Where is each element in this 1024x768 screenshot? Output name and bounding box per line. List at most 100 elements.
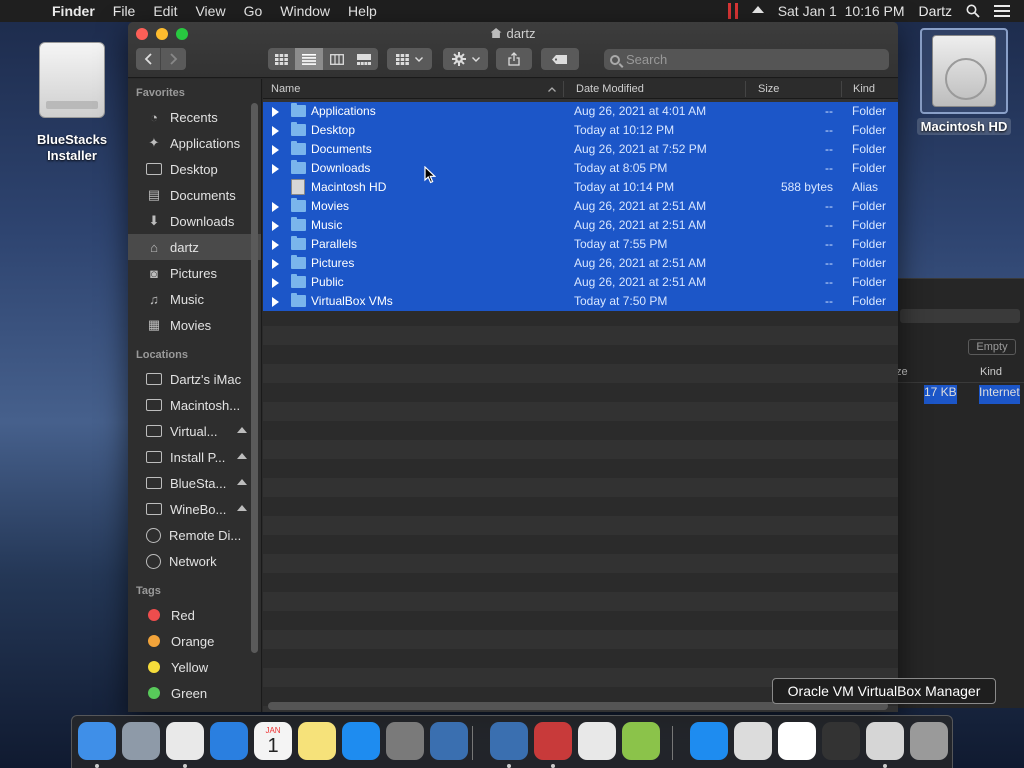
eject-icon[interactable] (237, 479, 247, 485)
sidebar-location-0[interactable]: Dartz's iMac (128, 366, 261, 392)
disclosure-triangle-icon[interactable] (272, 259, 279, 269)
table-row[interactable]: Documents Aug 26, 2021 at 7:52 PM -- Folder (263, 140, 898, 159)
sidebar-location-1[interactable]: Macintosh... (128, 392, 261, 418)
desktop-icon-bluestacks[interactable]: BlueStacks Installer (28, 42, 116, 164)
disclosure-triangle-icon[interactable] (272, 240, 279, 250)
table-row[interactable]: Music Aug 26, 2021 at 2:51 AM -- Folder (263, 216, 898, 235)
launchpad-icon[interactable] (122, 722, 160, 760)
sidebar-item-pictures[interactable]: ◙ Pictures (128, 260, 261, 286)
table-row[interactable]: Pictures Aug 26, 2021 at 2:51 AM -- Folder (263, 254, 898, 273)
disclosure-triangle-icon[interactable] (272, 126, 279, 136)
empty-button[interactable]: Empty (968, 339, 1016, 355)
disclosure-triangle-icon[interactable] (272, 221, 279, 231)
column-date[interactable]: Date Modified (576, 83, 644, 95)
sidebar-tag-orange[interactable]: Orange (128, 628, 261, 654)
table-row[interactable]: Macintosh HD Today at 10:14 PM 588 bytes Al… (263, 178, 898, 197)
sidebar-tag-green[interactable]: Green (128, 680, 261, 706)
table-row[interactable]: Parallels Today at 7:55 PM -- Folder (263, 235, 898, 254)
table-row[interactable]: Desktop Today at 10:12 PM -- Folder (263, 121, 898, 140)
sidebar-item-music[interactable]: ♫ Music (128, 286, 261, 312)
sidebar-scrollbar[interactable] (251, 103, 258, 653)
eject-menu-icon[interactable] (751, 5, 764, 13)
menu-edit[interactable]: Edit (153, 3, 177, 19)
disclosure-triangle-icon[interactable] (272, 202, 279, 212)
safari-icon[interactable] (210, 722, 248, 760)
sidebar-item-movies[interactable]: ▦ Movies (128, 312, 261, 338)
document-icon[interactable] (734, 722, 772, 760)
terminal-icon[interactable] (822, 722, 860, 760)
notes-icon[interactable] (298, 722, 336, 760)
share-button[interactable] (496, 48, 532, 70)
finder-icon[interactable] (78, 722, 116, 760)
group-by-button[interactable] (387, 48, 432, 70)
sidebar-tag-yellow[interactable]: Yellow (128, 654, 261, 680)
calendar-icon[interactable]: JAN 1 (254, 722, 292, 760)
sidebar-tag-red[interactable]: Red (128, 602, 261, 628)
sidebar-location-2[interactable]: Virtual... (128, 418, 261, 444)
table-row[interactable]: Applications Aug 26, 2021 at 4:01 AM -- Fol… (263, 102, 898, 121)
file-list[interactable]: Name Date Modified Size Kind Application… (263, 79, 898, 712)
eject-icon[interactable] (237, 453, 247, 459)
table-row[interactable]: Public Aug 26, 2021 at 2:51 AM -- Folder (263, 273, 898, 292)
forward-button[interactable] (161, 48, 186, 70)
disclosure-triangle-icon[interactable] (272, 278, 279, 288)
sidebar-location-3[interactable]: Install P... (128, 444, 261, 470)
table-row[interactable]: Downloads Today at 8:05 PM -- Folder (263, 159, 898, 178)
sidebar-item-documents[interactable]: ▤ Documents (128, 182, 261, 208)
trash-icon[interactable] (910, 722, 948, 760)
chrome-icon[interactable] (166, 722, 204, 760)
disclosure-triangle-icon[interactable] (272, 297, 279, 307)
parallels-status-icon[interactable] (727, 3, 738, 19)
screenshot-icon[interactable] (866, 722, 904, 760)
spotlight-icon[interactable] (966, 4, 980, 18)
app-store-icon[interactable] (342, 722, 380, 760)
menu-go[interactable]: Go (244, 3, 263, 19)
action-button[interactable] (443, 48, 488, 70)
back-button[interactable] (136, 48, 161, 70)
background-window[interactable]: Empty ze Kind 17 KB Internet (880, 278, 1024, 708)
column-name[interactable]: Name (271, 83, 300, 95)
desktop-icon-macintosh-hd[interactable]: Macintosh HD (916, 28, 1012, 135)
eject-icon[interactable] (237, 505, 247, 511)
sidebar-item-dartz[interactable]: ⌂ dartz (128, 234, 261, 260)
menu-file[interactable]: File (113, 3, 136, 19)
disclosure-triangle-icon[interactable] (272, 145, 279, 155)
icon-view-button[interactable] (268, 48, 295, 70)
eject-icon[interactable] (237, 427, 247, 433)
column-kind[interactable]: Kind (853, 83, 875, 95)
sidebar-item-recents[interactable]: ◔ Recents (128, 104, 261, 130)
gallery-view-button[interactable] (350, 48, 378, 70)
menu-clock[interactable]: Sat Jan 1 10:16 PM (778, 3, 905, 19)
textedit-icon[interactable] (578, 722, 616, 760)
sidebar-item-downloads[interactable]: ⬇ Downloads (128, 208, 261, 234)
chrome-window-icon[interactable] (778, 722, 816, 760)
parallels-icon[interactable] (534, 722, 572, 760)
table-row[interactable]: VirtualBox VMs Today at 7:50 PM -- Folder (263, 292, 898, 311)
column-view-button[interactable] (323, 48, 350, 70)
notification-center-icon[interactable] (994, 5, 1010, 17)
virtualbox-vm-icon[interactable] (490, 722, 528, 760)
list-view-button[interactable] (295, 48, 323, 70)
disclosure-triangle-icon[interactable] (272, 107, 279, 117)
sidebar-location-4[interactable]: BlueSta... (128, 470, 261, 496)
table-row[interactable]: Movies Aug 26, 2021 at 2:51 AM -- Folder (263, 197, 898, 216)
disclosure-triangle-icon[interactable] (272, 164, 279, 174)
menu-user[interactable]: Dartz (919, 3, 952, 19)
column-size[interactable]: Size (758, 83, 779, 95)
android-icon[interactable] (622, 722, 660, 760)
search-field[interactable]: Search (604, 49, 889, 70)
sidebar-item-desktop[interactable]: Desktop (128, 156, 261, 182)
app-store-2-icon[interactable] (690, 722, 728, 760)
virtualbox-icon[interactable] (430, 722, 468, 760)
sidebar-item-applications[interactable]: ✦ Applications (128, 130, 261, 156)
system-preferences-icon[interactable] (386, 722, 424, 760)
tag-button[interactable] (541, 48, 579, 70)
menu-window[interactable]: Window (280, 3, 330, 19)
sidebar-location-7[interactable]: Network (128, 548, 261, 574)
menu-view[interactable]: View (195, 3, 225, 19)
title-bar[interactable]: dartz Search (128, 22, 898, 78)
sidebar-location-5[interactable]: WineBo... (128, 496, 261, 522)
menu-help[interactable]: Help (348, 3, 377, 19)
menu-app-name[interactable]: Finder (52, 3, 95, 19)
sidebar-location-6[interactable]: Remote Di... (128, 522, 261, 548)
